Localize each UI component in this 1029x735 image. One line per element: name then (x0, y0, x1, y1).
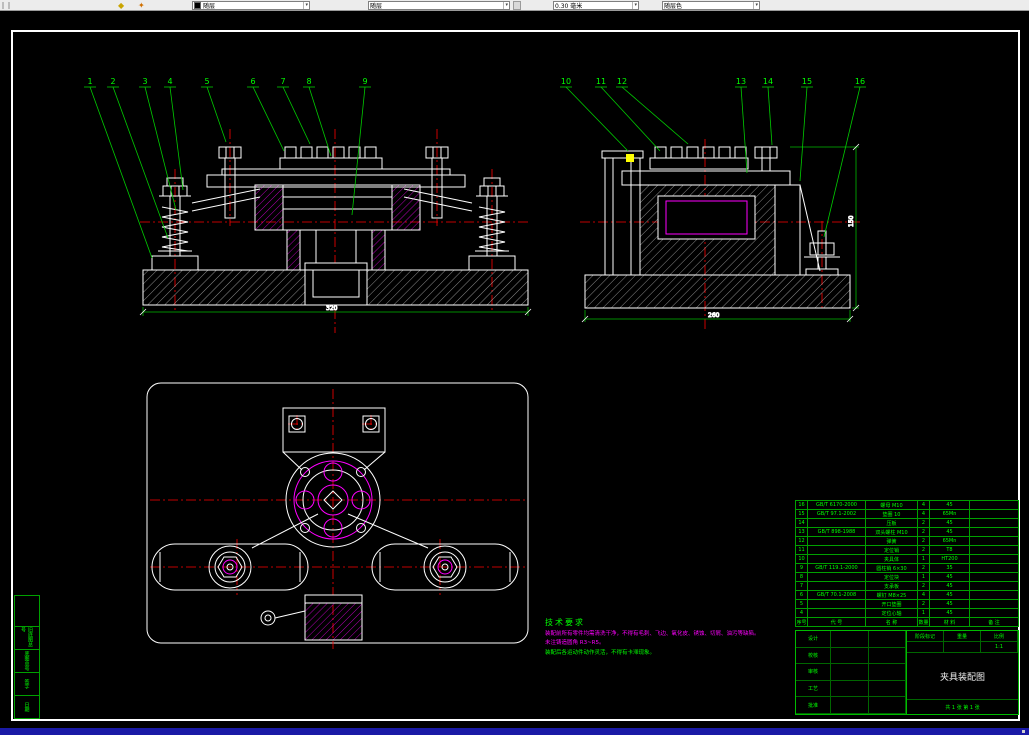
parts-list-row: 15GB/T 97.1-2002垫圈 10465Mn (796, 510, 1019, 519)
status-indicator (1022, 730, 1025, 733)
properties-toolbar: ◆ ✦ 随层 ▾ 随层 ▾ 0.30 毫米 ▾ 随层色 ▾ (0, 0, 1029, 11)
balloon-1: 1 (87, 77, 92, 86)
weight-label: 重量 (944, 631, 981, 642)
parts-list-row: 12弹簧265Mn (796, 537, 1019, 546)
parts-list-row: 11定位销2T8 (796, 546, 1019, 555)
note-line: 装配前所有零件均需清洗干净，不得有毛刺、飞边、氧化皮、锈蚀、切屑、油污等缺陷。 (545, 630, 795, 639)
parts-list-row: 7支承板245 (796, 582, 1019, 591)
color-control[interactable]: 随层 ▾ (192, 1, 310, 10)
margin-block: 旧底图总号 (14, 626, 40, 650)
parts-list-row: 10夹具体1HT200 (796, 555, 1019, 564)
margin-blocks: 旧底图总号底图总号签字日期 (14, 596, 40, 719)
balloon-6: 6 (250, 77, 255, 86)
balloon-12: 12 (617, 77, 627, 86)
balloon-3: 3 (142, 77, 147, 86)
balloon-5: 5 (204, 77, 209, 86)
parts-list-row: 4定位心轴145 (796, 609, 1019, 618)
balloon-4: 4 (167, 77, 172, 86)
scale-value: 1:1 (981, 642, 1018, 653)
color-value: 随层 (203, 1, 215, 10)
weight-value (944, 642, 981, 653)
chevron-down-icon: ▾ (303, 2, 308, 9)
parts-list-row: 16GB/T 6170-2000螺母 M10445 (796, 501, 1019, 510)
note-line: 未注铸造圆角 R3~R5。 (545, 639, 795, 648)
margin-block (14, 595, 40, 627)
chevron-down-icon: ▾ (753, 2, 758, 9)
margin-block: 底图总号 (14, 649, 40, 673)
lineweight-value: 0.30 毫米 (555, 1, 582, 10)
balloon-9: 9 (362, 77, 367, 86)
parts-list-row: 6GB/T 70.1-2008螺钉 M8×25445 (796, 591, 1019, 600)
balloon-16: 16 (855, 77, 865, 86)
balloon-10: 10 (561, 77, 571, 86)
linetype-control[interactable]: 随层 ▾ (368, 1, 510, 10)
drawing-title: 夹具装配图 (907, 653, 1018, 700)
balloon-8: 8 (306, 77, 311, 86)
parts-list: 16GB/T 6170-2000螺母 M1044515GB/T 97.1-200… (795, 500, 1019, 627)
signature-row: 批准 (796, 697, 906, 714)
balloon-13: 13 (736, 77, 746, 86)
signature-row: 审核 (796, 664, 906, 681)
plotstyle-control[interactable]: 随层色 ▾ (662, 1, 760, 10)
front-view: 320 (140, 129, 531, 333)
side-width-dim: 260 (708, 312, 720, 319)
side-view: 150 260 (580, 139, 862, 329)
margin-block: 签字 (14, 672, 40, 696)
toolbar-grip[interactable] (2, 2, 10, 9)
balloon-14: 14 (763, 77, 773, 86)
stage-label: 阶段标记 (907, 631, 944, 642)
front-width-dim: 320 (326, 305, 338, 312)
chevron-down-icon: ▾ (503, 2, 508, 9)
note-line: 装配后各运动件动作灵活，不得有卡滞现象。 (545, 649, 795, 658)
title-block: 设计校核审核工艺批准 阶段标记 重量 比例 1:1 夹具装配图 共 1 张 第 … (795, 630, 1019, 715)
lineweight-control[interactable]: 0.30 毫米 ▾ (553, 1, 639, 10)
plotstyle-value: 随层色 (664, 1, 682, 10)
parts-list-row: 14压板245 (796, 519, 1019, 528)
side-height-dim: 150 (848, 215, 855, 227)
linetype-value: 随层 (370, 1, 382, 10)
balloon-7: 7 (280, 77, 285, 86)
scale-label: 比例 (981, 631, 1018, 642)
highlight-marker (626, 154, 634, 162)
drawing-canvas[interactable]: 320 (0, 11, 1029, 728)
title-block-stage: 阶段标记 重量 比例 1:1 (907, 631, 1018, 653)
parts-list-row: 9GB/T 119.1-2000圆柱销 6×30235 (796, 564, 1019, 573)
app-window: ◆ ✦ 随层 ▾ 随层 ▾ 0.30 毫米 ▾ 随层色 ▾ (0, 0, 1029, 735)
parts-list-row: 8定位块145 (796, 573, 1019, 582)
sheet-count: 共 1 张 第 1 张 (907, 700, 1018, 714)
margin-block: 日期 (14, 695, 40, 719)
balloon-11: 11 (596, 77, 606, 86)
toolbar-separator (513, 1, 521, 10)
bylayer-color-swatch (194, 2, 201, 9)
signature-row: 校核 (796, 648, 906, 665)
balloon-2: 2 (110, 77, 115, 86)
title-block-signatures: 设计校核审核工艺批准 (796, 631, 907, 714)
balloon-15: 15 (802, 77, 812, 86)
parts-list-row: 13GB/T 898-1988双头螺柱 M10245 (796, 528, 1019, 537)
chevron-down-icon: ▾ (632, 2, 637, 9)
palette-icon[interactable]: ✦ (138, 0, 145, 11)
status-bar (0, 728, 1029, 735)
stage-value (907, 642, 944, 653)
technical-notes: 技术要求 装配前所有零件均需清洗干净，不得有毛刺、飞边、氧化皮、锈蚀、切屑、油污… (545, 617, 795, 658)
notes-title: 技术要求 (545, 617, 795, 628)
block-icon[interactable]: ◆ (118, 0, 124, 11)
signature-row: 工艺 (796, 681, 906, 698)
signature-row: 设计 (796, 631, 906, 648)
parts-list-row: 5开口垫圈245 (796, 600, 1019, 609)
plan-view (147, 383, 528, 649)
parts-list-header: 序号代 号名 称数量材 料备 注 (796, 618, 1019, 627)
